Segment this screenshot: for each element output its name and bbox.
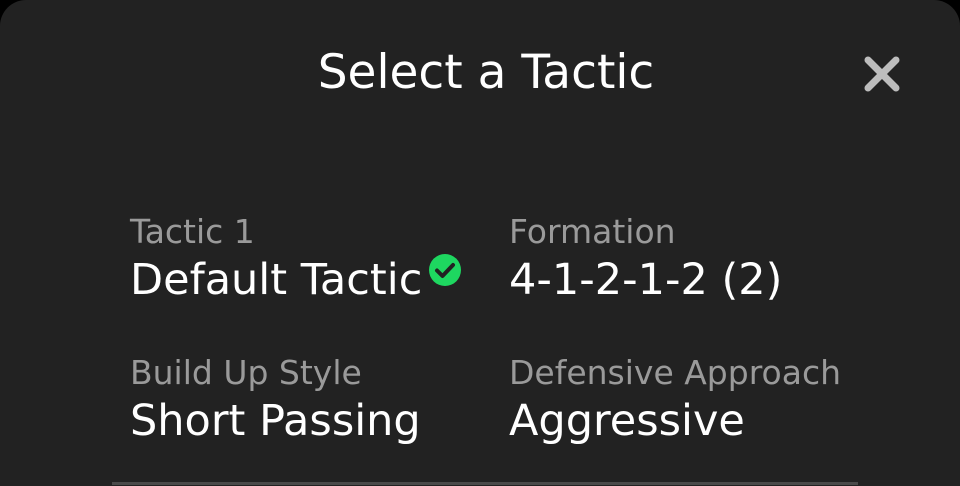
- build-up-style-field: Build Up Style Short Passing: [130, 353, 421, 449]
- build-up-style-label: Build Up Style: [130, 353, 362, 392]
- tactic-name-field: Tactic 1 Default Tactic: [130, 212, 462, 308]
- tactic-name-value: Default Tactic: [130, 255, 423, 305]
- formation-value: 4-1-2-1-2 (2): [509, 255, 783, 305]
- defensive-approach-value: Aggressive: [509, 396, 745, 446]
- close-button[interactable]: [862, 54, 902, 94]
- dialog-title: Select a Tactic: [317, 45, 655, 100]
- close-icon: [864, 56, 900, 92]
- check-circle-icon: [429, 254, 462, 286]
- tactic-name-value-row: Default Tactic: [130, 252, 462, 308]
- build-up-style-value: Short Passing: [130, 396, 421, 446]
- defensive-approach-label: Defensive Approach: [509, 353, 842, 392]
- tactic-name-label: Tactic 1: [130, 212, 255, 251]
- formation-field: Formation 4-1-2-1-2 (2): [509, 212, 782, 308]
- tactic-dialog: Select a Tactic Tactic 1 Default Tactic …: [0, 0, 960, 486]
- defensive-approach-field: Defensive Approach Aggressive: [509, 353, 841, 449]
- formation-label: Formation: [509, 212, 676, 251]
- divider: [112, 482, 858, 485]
